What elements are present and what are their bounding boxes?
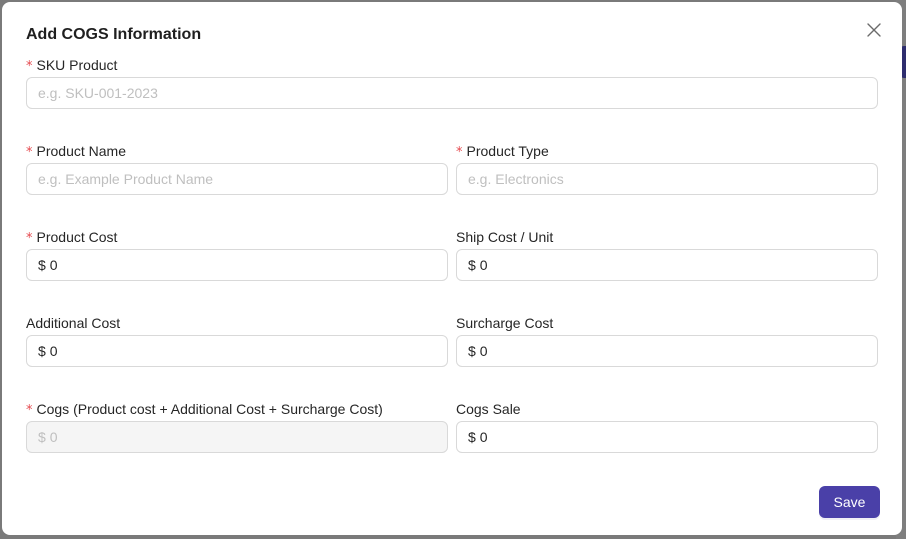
currency-prefix: $: [468, 429, 476, 445]
currency-prefix: $: [38, 429, 46, 445]
sku-product-input[interactable]: e.g. SKU-001-2023: [26, 77, 878, 109]
cogs-sale-label: Cogs Sale: [456, 401, 521, 417]
ship-cost-unit-input[interactable]: $0: [456, 249, 878, 281]
cogs-label: * Cogs (Product cost + Additional Cost + …: [26, 401, 383, 418]
product-name-input[interactable]: e.g. Example Product Name: [26, 163, 448, 195]
currency-prefix: $: [38, 343, 46, 359]
currency-prefix: $: [38, 257, 46, 273]
additional-cost-input[interactable]: $0: [26, 335, 448, 367]
currency-prefix: $: [468, 257, 476, 273]
cogs-sale-input[interactable]: $0: [456, 421, 878, 453]
sku-product-field: * SKU Product e.g. SKU-001-2023: [26, 57, 878, 117]
surcharge-cost-label: Surcharge Cost: [456, 315, 554, 331]
close-icon: [867, 23, 881, 37]
product-type-input[interactable]: e.g. Electronics: [456, 163, 878, 195]
product-cost-label: * Product Cost: [26, 229, 118, 246]
ship-cost-unit-label: Ship Cost / Unit: [456, 229, 554, 245]
product-name-label: * Product Name: [26, 143, 126, 160]
currency-prefix: $: [468, 343, 476, 359]
add-cogs-modal: Add COGS Information * SKU Product e.g. S…: [2, 2, 902, 535]
modal-title: Add COGS Information: [26, 26, 202, 43]
required-marker: *: [26, 145, 33, 160]
required-marker: *: [26, 59, 33, 74]
product-cost-field: * Product Cost $0: [26, 229, 448, 289]
cogs-sale-field: Cogs Sale $0: [456, 401, 878, 461]
product-cost-input[interactable]: $0: [26, 249, 448, 281]
required-marker: *: [456, 145, 463, 160]
product-type-field: * Product Type e.g. Electronics: [456, 143, 878, 203]
sku-product-label: * SKU Product: [26, 57, 118, 74]
additional-cost-field: Additional Cost $0: [26, 315, 448, 375]
surcharge-cost-field: Surcharge Cost $0: [456, 315, 878, 375]
surcharge-cost-input[interactable]: $0: [456, 335, 878, 367]
cogs-field: * Cogs (Product cost + Additional Cost + …: [26, 401, 448, 461]
additional-cost-label: Additional Cost: [26, 315, 121, 331]
close-button[interactable]: [864, 20, 884, 40]
cogs-input: $0: [26, 421, 448, 453]
product-type-label: * Product Type: [456, 143, 549, 160]
save-button[interactable]: Save: [819, 486, 880, 518]
required-marker: *: [26, 403, 33, 418]
required-marker: *: [26, 231, 33, 246]
product-name-field: * Product Name e.g. Example Product Name: [26, 143, 448, 203]
ship-cost-unit-field: Ship Cost / Unit $0: [456, 229, 878, 289]
